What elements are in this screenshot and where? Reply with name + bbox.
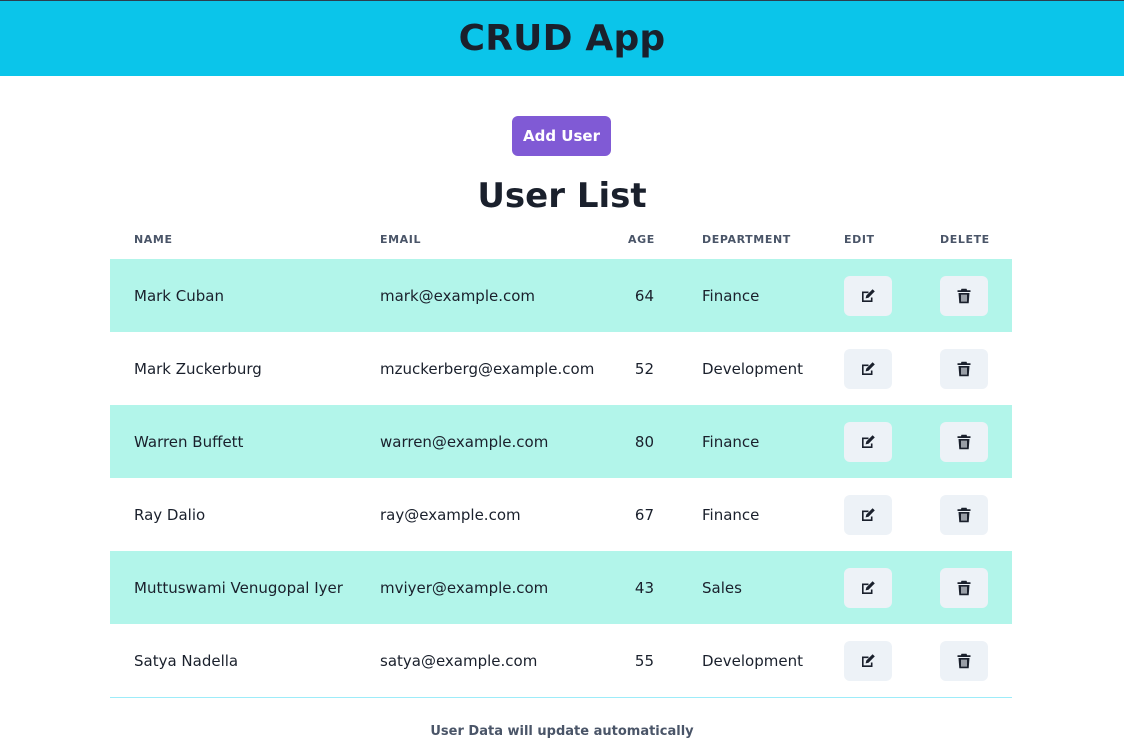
delete-user-button[interactable] — [940, 276, 988, 316]
edit-icon — [862, 435, 875, 448]
delete-user-button[interactable] — [940, 349, 988, 389]
user-name: Ray Dalio — [134, 505, 206, 524]
user-department: Sales — [702, 578, 742, 597]
trash-icon — [957, 434, 971, 450]
table-row: Warren Buffett warren@example.com 80 Fin… — [110, 405, 1012, 478]
user-age: 52 — [634, 359, 654, 378]
table-bottom-border — [110, 697, 1012, 698]
edit-user-button[interactable] — [844, 641, 892, 681]
app-title: CRUD App — [458, 18, 666, 59]
edit-icon — [862, 289, 875, 302]
table-row: Satya Nadella satya@example.com 55 Devel… — [110, 624, 1012, 697]
column-header-department: DEPARTMENT — [702, 233, 791, 246]
user-name: Mark Zuckerburg — [134, 359, 262, 378]
user-department: Finance — [702, 432, 760, 451]
user-name: Satya Nadella — [134, 651, 239, 670]
user-list-title: User List — [477, 176, 647, 216]
edit-user-button[interactable] — [844, 422, 892, 462]
user-department: Finance — [702, 286, 760, 305]
table-row: Ray Dalio ray@example.com 67 Finance — [110, 478, 1012, 551]
user-email: ray@example.com — [380, 505, 521, 524]
edit-icon — [862, 581, 875, 594]
table-header: NAME EMAIL AGE DEPARTMENT EDIT DELETE — [110, 224, 1012, 259]
trash-icon — [957, 361, 971, 377]
user-email: mzuckerberg@example.com — [380, 359, 595, 378]
edit-user-button[interactable] — [844, 276, 892, 316]
delete-user-button[interactable] — [940, 641, 988, 681]
column-header-email: EMAIL — [380, 233, 422, 246]
column-header-name: NAME — [134, 233, 173, 246]
user-name: Warren Buffett — [134, 432, 244, 451]
delete-user-button[interactable] — [940, 568, 988, 608]
user-table: NAME EMAIL AGE DEPARTMENT EDIT DELETE Ma… — [110, 224, 1012, 697]
table-row: Mark Zuckerburg mzuckerberg@example.com … — [110, 332, 1012, 405]
delete-user-button[interactable] — [940, 422, 988, 462]
user-age: 67 — [634, 505, 654, 524]
user-age: 80 — [634, 432, 654, 451]
footer-note: User Data will update automatically — [430, 724, 694, 739]
column-header-delete: DELETE — [940, 233, 990, 246]
user-age: 55 — [634, 651, 654, 670]
edit-user-button[interactable] — [844, 495, 892, 535]
trash-icon — [957, 653, 971, 669]
user-name: Mark Cuban — [134, 286, 224, 305]
user-name: Muttuswami Venugopal Iyer — [134, 578, 343, 597]
edit-user-button[interactable] — [844, 349, 892, 389]
user-age: 43 — [634, 578, 654, 597]
table-row: Mark Cuban mark@example.com 64 Finance — [110, 259, 1012, 332]
column-header-age: AGE — [628, 233, 655, 246]
trash-icon — [957, 580, 971, 596]
edit-user-button[interactable] — [844, 568, 892, 608]
user-email: warren@example.com — [380, 432, 549, 451]
edit-icon — [862, 508, 875, 521]
user-department: Development — [702, 651, 803, 670]
table-row: Muttuswami Venugopal Iyer mviyer@example… — [110, 551, 1012, 624]
add-user-button[interactable]: Add User — [512, 116, 611, 156]
user-department: Development — [702, 359, 803, 378]
edit-icon — [862, 362, 875, 375]
user-email: satya@example.com — [380, 651, 538, 670]
app-header: CRUD App — [0, 0, 1124, 76]
user-email: mark@example.com — [380, 286, 536, 305]
trash-icon — [957, 507, 971, 523]
user-department: Finance — [702, 505, 760, 524]
user-email: mviyer@example.com — [380, 578, 549, 597]
user-age: 64 — [634, 286, 654, 305]
trash-icon — [957, 288, 971, 304]
column-header-edit: EDIT — [844, 233, 875, 246]
edit-icon — [862, 654, 875, 667]
delete-user-button[interactable] — [940, 495, 988, 535]
